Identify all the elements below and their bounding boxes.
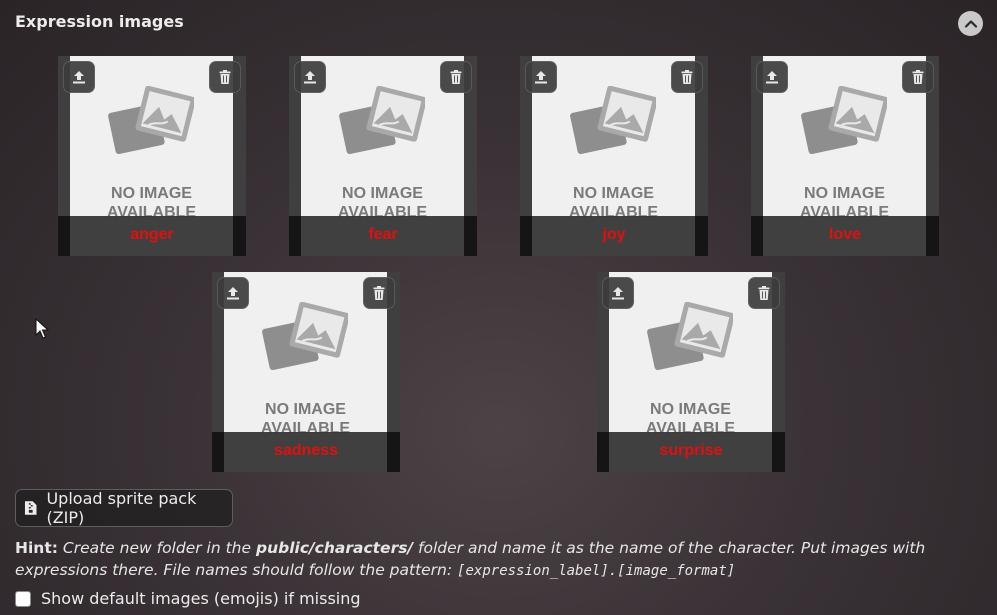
expression-card-fear[interactable]: NO IMAGE AVAILABLE fear	[289, 56, 477, 256]
no-image-placeholder-icon	[108, 85, 196, 162]
expression-card-sadness[interactable]: NO IMAGE AVAILABLE sadness	[212, 272, 400, 472]
delete-expression-button[interactable]	[748, 277, 780, 309]
no-image-text-line1: NO IMAGE	[804, 185, 885, 202]
trash-icon	[448, 69, 464, 85]
upload-button-label: Upload sprite pack (ZIP)	[46, 489, 197, 527]
no-image-placeholder-icon	[262, 301, 350, 378]
expression-label: joy	[602, 226, 626, 243]
expression-card-joy[interactable]: NO IMAGE AVAILABLE joy	[520, 56, 708, 256]
upload-icon	[225, 285, 241, 301]
no-image-text-line1: NO IMAGE	[111, 185, 192, 202]
no-image-placeholder-icon	[647, 301, 735, 378]
show-default-images-row[interactable]: Show default images (emojis) if missing	[15, 589, 361, 608]
show-default-images-label: Show default images (emojis) if missing	[41, 589, 361, 608]
mouse-cursor-icon	[35, 318, 49, 339]
hint-pattern: [expression_label].[image_format]	[457, 563, 736, 579]
expression-card-love[interactable]: NO IMAGE AVAILABLE love	[751, 56, 939, 256]
expression-card-anger[interactable]: NO IMAGE AVAILABLE anger	[58, 56, 246, 256]
upload-sprite-pack-button[interactable]: Upload sprite pack (ZIP)	[15, 489, 233, 527]
no-image-text-line1: NO IMAGE	[573, 185, 654, 202]
no-image-text-line1: NO IMAGE	[265, 401, 346, 418]
trash-icon	[371, 285, 387, 301]
upload-expression-button[interactable]	[756, 61, 788, 93]
chevron-up-icon	[964, 19, 977, 28]
section-title: Expression images	[15, 12, 184, 31]
expression-card-surprise[interactable]: NO IMAGE AVAILABLE surprise	[597, 272, 785, 472]
upload-icon	[302, 69, 318, 85]
hint-folder: public/characters/	[255, 539, 414, 557]
expression-label: fear	[368, 226, 398, 243]
expression-label: anger	[130, 226, 174, 243]
expression-images-panel: Expression images NO IMAGE AVAILABLE ang…	[0, 0, 997, 615]
trash-icon	[217, 69, 233, 85]
zip-file-icon	[24, 501, 37, 515]
collapse-button[interactable]	[958, 11, 983, 36]
upload-icon	[71, 69, 87, 85]
upload-expression-button[interactable]	[217, 277, 249, 309]
no-image-text-line1: NO IMAGE	[342, 185, 423, 202]
upload-expression-button[interactable]	[525, 61, 557, 93]
upload-icon	[533, 69, 549, 85]
trash-icon	[910, 69, 926, 85]
delete-expression-button[interactable]	[902, 61, 934, 93]
show-default-images-checkbox[interactable]	[15, 590, 31, 607]
upload-expression-button[interactable]	[602, 277, 634, 309]
upload-icon	[610, 285, 626, 301]
upload-expression-button[interactable]	[294, 61, 326, 93]
hint-prefix: Hint:	[15, 539, 58, 557]
delete-expression-button[interactable]	[440, 61, 472, 93]
trash-icon	[756, 285, 772, 301]
trash-icon	[679, 69, 695, 85]
no-image-placeholder-icon	[570, 85, 658, 162]
delete-expression-button[interactable]	[363, 277, 395, 309]
hint-text: Hint: Create new folder in the public/ch…	[15, 537, 985, 582]
upload-icon	[764, 69, 780, 85]
delete-expression-button[interactable]	[671, 61, 703, 93]
no-image-placeholder-icon	[339, 85, 427, 162]
no-image-text-line1: NO IMAGE	[650, 401, 731, 418]
hint-text-part1: Create new folder in the	[62, 539, 252, 557]
expression-label: surprise	[659, 442, 723, 459]
delete-expression-button[interactable]	[209, 61, 241, 93]
no-image-placeholder-icon	[801, 85, 889, 162]
upload-expression-button[interactable]	[63, 61, 95, 93]
expression-label: sadness	[273, 442, 339, 459]
expression-label: love	[828, 226, 861, 243]
